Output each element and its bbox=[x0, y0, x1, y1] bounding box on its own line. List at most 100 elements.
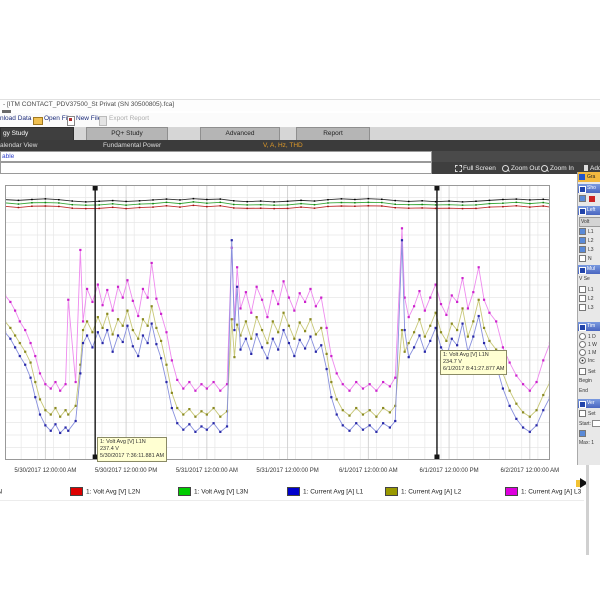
series-line bbox=[5, 202, 550, 205]
x-tick-label: 5/30/2017 12:00:00 PM bbox=[86, 468, 166, 474]
panel-header-vertical[interactable]: Ver bbox=[578, 399, 600, 408]
set-scale-checkbox[interactable]: Set bbox=[579, 410, 600, 418]
app-window: - [ITM CONTACT_PDV37500_St Privat (SN 30… bbox=[0, 0, 600, 600]
legend-label: 1: Volt Avg [V] L2N bbox=[86, 488, 140, 495]
legend-item[interactable]: 1: Volt Avg [V] L1N bbox=[0, 483, 2, 492]
add-notes-button[interactable]: Add Notes bbox=[590, 165, 600, 172]
start-field[interactable]: Start: bbox=[579, 420, 600, 428]
legend-item[interactable]: 1: Current Avg [A] L2 bbox=[385, 483, 461, 492]
new-file-button[interactable]: New File bbox=[76, 115, 101, 125]
left-axis-item[interactable]: L2 bbox=[579, 237, 600, 245]
selection-input-2[interactable] bbox=[0, 162, 432, 174]
title-bar: - [ITM CONTACT_PDV37500_St Privat (SN 30… bbox=[0, 99, 600, 111]
full-screen-button[interactable]: Full Screen bbox=[463, 165, 496, 172]
x-axis-labels: 5/30/2017 12:00:00 AM5/30/2017 12:00:00 … bbox=[0, 468, 600, 477]
panel-header-left-axis[interactable]: Left bbox=[578, 206, 600, 215]
x-tick-label: 5/30/2017 12:00:00 AM bbox=[5, 468, 85, 474]
legend-swatch bbox=[70, 487, 83, 496]
end-label: End bbox=[579, 388, 600, 396]
panel-header-time[interactable]: Tim bbox=[578, 322, 600, 331]
volt-button[interactable]: Volt bbox=[579, 217, 600, 227]
x-tick-label: 5/31/2017 12:00:00 PM bbox=[248, 468, 328, 474]
divider-line bbox=[0, 500, 584, 501]
tooltip-series: 1: Volt Avg [V] L1N bbox=[443, 352, 504, 359]
x-tick-label: 6/1/2017 12:00:00 PM bbox=[409, 468, 489, 474]
legend-label: 1: Current Avg [A] L2 bbox=[401, 488, 461, 495]
chart-legend: 1: Volt Avg [V] L1N 1: Volt Avg [V] L2N 1:… bbox=[0, 483, 600, 493]
section-icon bbox=[579, 208, 586, 215]
export-report-icon bbox=[99, 116, 107, 126]
panel-header-multi[interactable]: Mul bbox=[578, 265, 600, 274]
legend-item[interactable]: 1: Volt Avg [V] L2N bbox=[70, 483, 140, 492]
zoom-out-button[interactable]: Zoom Out bbox=[511, 165, 540, 172]
x-tick-label: 6/1/2017 12:00:00 AM bbox=[328, 468, 408, 474]
tooltip-time: 5/30/2017 7:36:11.881 AM bbox=[100, 453, 164, 460]
x-tick-label: 5/31/2017 12:00:00 AM bbox=[167, 468, 247, 474]
left-axis-item[interactable]: N bbox=[579, 255, 600, 263]
vsel-label: V Se bbox=[579, 276, 600, 284]
scale-checkbox[interactable] bbox=[579, 430, 600, 438]
section-icon bbox=[579, 186, 586, 193]
time-radio[interactable]: 1 D bbox=[579, 333, 600, 341]
legend-label: 1: Current Avg [A] L1 bbox=[303, 488, 363, 495]
cursor-tooltip-2: 1: Volt Avg [V] L1N 234.7 V 6/1/2017 8:4… bbox=[440, 350, 507, 375]
section-icon bbox=[579, 401, 586, 408]
tooltip-series: 1: Volt Avg [V] L1N bbox=[100, 439, 164, 446]
left-axis-item[interactable]: L3 bbox=[579, 246, 600, 254]
tab-report[interactable]: Report bbox=[296, 127, 370, 141]
legend-swatch bbox=[287, 487, 300, 496]
panel-scrollbar[interactable] bbox=[586, 465, 589, 555]
multi-item[interactable]: L1 bbox=[579, 286, 600, 294]
tab-advanced[interactable]: Advanced bbox=[200, 127, 280, 141]
selection-input-1[interactable]: able bbox=[0, 151, 432, 162]
zoom-in-icon bbox=[541, 165, 548, 172]
begin-label: Begin bbox=[579, 378, 600, 386]
menu-item-fundamental-power[interactable]: Fundamental Power bbox=[103, 142, 161, 149]
export-report-button: Export Report bbox=[109, 115, 149, 125]
series-line bbox=[5, 199, 550, 202]
zoom-in-button[interactable]: Zoom In bbox=[550, 165, 574, 172]
max-label: Max: 1 bbox=[579, 440, 600, 448]
x-tick-label: 6/2/2017 12:00:00 AM bbox=[490, 468, 570, 474]
multi-item[interactable]: L3 bbox=[579, 304, 600, 312]
zoom-out-icon bbox=[502, 165, 509, 172]
download-data-button[interactable]: nload Data bbox=[0, 115, 31, 125]
chart-toolbar: Full Screen Zoom Out Zoom In Add Notes bbox=[432, 162, 600, 174]
time-radio[interactable]: 1 M bbox=[579, 349, 600, 357]
start-input[interactable] bbox=[592, 420, 600, 427]
section-icon bbox=[579, 267, 586, 274]
tab-pq-study[interactable]: PQ+ Study bbox=[86, 127, 168, 141]
series-line bbox=[5, 205, 550, 208]
tab-energy-study[interactable]: gy Study bbox=[0, 127, 74, 141]
tab-bar: gy Study PQ+ Study Advanced Report bbox=[0, 127, 600, 140]
panel-show-row[interactable] bbox=[579, 195, 600, 203]
menu-item-calendar-view[interactable]: alendar View bbox=[0, 142, 37, 149]
set-time-checkbox[interactable]: Set bbox=[579, 368, 600, 376]
tooltip-time: 6/1/2017 8:41:27.877 AM bbox=[443, 366, 504, 373]
panel-header-show[interactable]: Sho bbox=[578, 184, 600, 193]
cursor-tooltip-1: 1: Volt Avg [V] L1N 237.4 V 5/30/2017 7:… bbox=[97, 437, 167, 462]
legend-label: 1: Volt Avg [V] L1N bbox=[0, 488, 2, 495]
checkbox[interactable] bbox=[579, 195, 586, 202]
legend-item[interactable]: 1: Current Avg [A] L1 bbox=[287, 483, 363, 492]
open-file-icon bbox=[33, 117, 43, 125]
left-axis-item[interactable]: L1 bbox=[579, 228, 600, 236]
time-radio-selected[interactable]: Inc bbox=[579, 357, 600, 365]
panel-tab-graphs[interactable]: Gra bbox=[578, 172, 600, 182]
section-icon bbox=[579, 324, 586, 331]
tooltip-value: 234.7 V bbox=[443, 359, 504, 366]
chart-area[interactable] bbox=[5, 185, 550, 460]
chart-plot[interactable] bbox=[5, 185, 550, 460]
multi-item[interactable]: L2 bbox=[579, 295, 600, 303]
view-menu-bar: alendar View Fundamental Power V, A, Hz,… bbox=[0, 140, 600, 151]
main-toolbar: nload Data Open File New File Export Rep… bbox=[0, 113, 600, 127]
legend-swatch bbox=[505, 487, 518, 496]
add-notes-icon bbox=[584, 165, 588, 171]
legend-item[interactable]: 1: Current Avg [A] L3 bbox=[505, 483, 581, 492]
legend-label: 1: Volt Avg [V] L3N bbox=[194, 488, 248, 495]
full-screen-icon bbox=[455, 165, 462, 172]
legend-item[interactable]: 1: Volt Avg [V] L3N bbox=[178, 483, 248, 492]
red-button[interactable] bbox=[589, 196, 595, 202]
time-radio[interactable]: 1 W bbox=[579, 341, 600, 349]
menu-item-v-a-hz-thd[interactable]: V, A, Hz, THD bbox=[263, 142, 303, 149]
